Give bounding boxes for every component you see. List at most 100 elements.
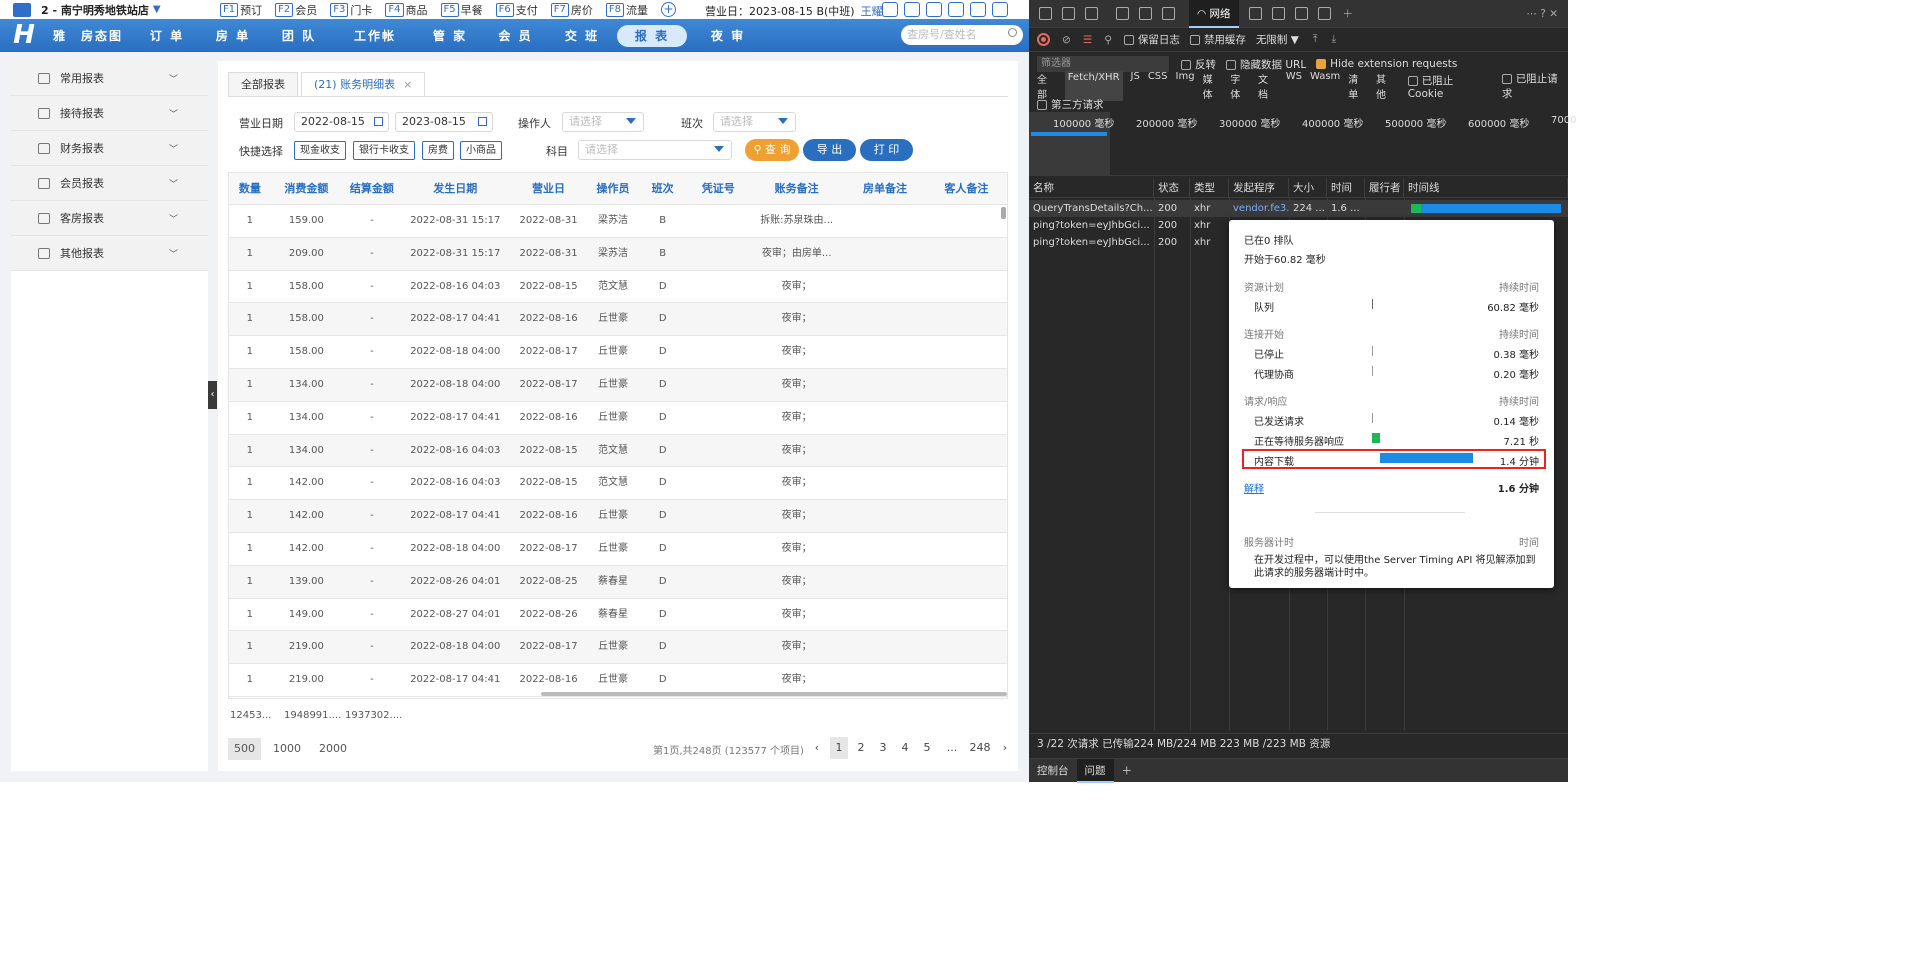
- subject-select[interactable]: 请选择: [578, 140, 732, 160]
- nav-item-3[interactable]: 团 队: [268, 27, 330, 44]
- table-row[interactable]: 1 142.00 - 2022-08-17 04:41 2022-08-16 丘世豪 D 夜审…: [229, 500, 1007, 533]
- export-button[interactable]: 导 出: [803, 139, 856, 161]
- blocked-cookies-checkbox[interactable]: 已阻止 Cookie: [1407, 73, 1492, 100]
- nav-item-9[interactable]: 夜 审: [695, 27, 761, 44]
- column-header[interactable]: 时间: [1327, 178, 1365, 197]
- throttle-select[interactable]: 无限制 ▼: [1256, 32, 1299, 47]
- blocked-requests-checkbox[interactable]: 已阻止请求: [1501, 71, 1568, 101]
- column-header[interactable]: 大小: [1289, 178, 1327, 197]
- search-icon[interactable]: ⚲: [1104, 34, 1112, 46]
- quick-cash-button[interactable]: 现金收支: [294, 141, 346, 160]
- elements-icon[interactable]: [1116, 7, 1129, 20]
- column-header[interactable]: 时间线: [1404, 178, 1568, 197]
- settings-gear-icon[interactable]: [1271, 7, 1285, 20]
- nav-item-7[interactable]: 交 班: [551, 27, 613, 44]
- page-number[interactable]: 5: [918, 737, 936, 759]
- table-row[interactable]: 1 134.00 - 2022-08-18 04:00 2022-08-17 丘世豪 D 夜审…: [229, 368, 1007, 402]
- operator-select[interactable]: 请选择: [562, 112, 644, 132]
- mail-icon[interactable]: [948, 2, 964, 17]
- more-icon[interactable]: ⋯ ? ✕: [1526, 8, 1558, 20]
- nav-item-4[interactable]: 工作帐: [334, 27, 416, 44]
- column-header[interactable]: 营业日: [509, 173, 588, 204]
- column-header[interactable]: 履行者: [1365, 178, 1404, 197]
- column-header[interactable]: 状态: [1154, 178, 1190, 197]
- sidebar-item-5[interactable]: 其他报表 ﹀: [11, 236, 208, 271]
- nav-item-0[interactable]: 房态图: [72, 27, 132, 44]
- page-number[interactable]: 4: [896, 737, 914, 759]
- invert-checkbox[interactable]: 反转: [1181, 57, 1216, 72]
- horizontal-scrollbar[interactable]: [541, 692, 1007, 696]
- chevron-right-icon[interactable]: ›: [996, 737, 1014, 759]
- tab-all-reports[interactable]: 全部报表: [228, 72, 298, 96]
- quick-roomfee-button[interactable]: 房费: [422, 141, 454, 160]
- page-number[interactable]: ...: [940, 737, 964, 759]
- table-row[interactable]: 1 219.00 - 2022-08-18 04:00 2022-08-17 丘世豪 D 夜审…: [229, 631, 1007, 665]
- collapse-sidebar-button[interactable]: ‹: [208, 381, 217, 409]
- table-row[interactable]: 1 158.00 - 2022-08-17 04:41 2022-08-16 丘世豪 D 夜审…: [229, 303, 1007, 337]
- column-header[interactable]: 账务备注: [749, 173, 844, 204]
- page-number[interactable]: 248: [968, 737, 992, 759]
- table-row[interactable]: 1 149.00 - 2022-08-27 04:01 2022-08-26 蔡春星 D 夜审…: [229, 599, 1007, 632]
- table-row[interactable]: 1 134.00 - 2022-08-16 04:03 2022-08-15 范文慧 D 夜审…: [229, 434, 1007, 468]
- table-row[interactable]: 1 159.00 - 2022-08-31 15:17 2022-08-31 梁苏洁 B 拆账…: [229, 205, 1007, 238]
- inspect-icon[interactable]: [1039, 7, 1052, 20]
- hide-data-urls-checkbox[interactable]: 隐藏数据 URL: [1226, 57, 1306, 72]
- fkey-f6[interactable]: F6 支付: [495, 2, 538, 18]
- type-filter-11[interactable]: 其他: [1376, 71, 1396, 101]
- console-icon[interactable]: [1139, 7, 1152, 20]
- nav-item-1[interactable]: 订 单: [136, 27, 198, 44]
- column-header[interactable]: 名称: [1029, 178, 1154, 197]
- user-name[interactable]: 王耀: [861, 5, 883, 18]
- tab-issues[interactable]: 问题: [1076, 758, 1114, 783]
- nav-item-6[interactable]: 会 员: [484, 27, 547, 44]
- table-row[interactable]: 1 142.00 - 2022-08-18 04:00 2022-08-17 丘世豪 D 夜审…: [229, 533, 1007, 566]
- add-tab-icon[interactable]: ＋: [1343, 6, 1354, 21]
- fkey-f7[interactable]: F7 房价: [550, 2, 593, 18]
- column-header[interactable]: 操作员: [588, 173, 638, 204]
- page-size-option[interactable]: 500: [228, 738, 261, 760]
- performance-icon[interactable]: [1248, 7, 1262, 20]
- page-number[interactable]: 1: [830, 737, 848, 759]
- shift-select[interactable]: 请选择: [713, 112, 796, 132]
- sidebar-item-4[interactable]: 客房报表 ﹀: [11, 201, 208, 236]
- disable-cache-checkbox[interactable]: 禁用缓存: [1189, 32, 1246, 47]
- column-header[interactable]: 类型: [1190, 178, 1229, 197]
- bug-icon[interactable]: [1162, 7, 1175, 20]
- column-header[interactable]: 房单备注: [844, 173, 925, 204]
- type-filter-5[interactable]: 媒体: [1203, 71, 1223, 101]
- clear-icon[interactable]: ⊘: [1062, 34, 1071, 46]
- table-row[interactable]: 1 134.00 - 2022-08-17 04:41 2022-08-16 丘世豪 D 夜审…: [229, 402, 1007, 435]
- table-row[interactable]: 1 209.00 - 2022-08-31 15:17 2022-08-31 梁苏洁 B 夜审…: [229, 237, 1007, 271]
- table-row[interactable]: 1 142.00 - 2022-08-16 04:03 2022-08-15 范文慧 D 夜审…: [229, 467, 1007, 501]
- column-header[interactable]: 消费金额: [271, 173, 342, 204]
- sidebar-item-2[interactable]: 财务报表 ﹀: [11, 131, 208, 166]
- fkey-f5[interactable]: F5 早餐: [440, 2, 483, 18]
- table-row[interactable]: 1 139.00 - 2022-08-26 04:01 2022-08-25 蔡春星 D 夜审…: [229, 565, 1007, 599]
- tab-console[interactable]: 控制台: [1029, 759, 1077, 783]
- fkey-f1[interactable]: F1 预订: [220, 2, 262, 18]
- sidebar-item-3[interactable]: 会员报表 ﹀: [11, 166, 208, 201]
- date-from-input[interactable]: 2022-08-15: [294, 112, 389, 132]
- tab-network[interactable]: ◠ 网络: [1189, 0, 1239, 28]
- card-icon[interactable]: [926, 2, 942, 17]
- timeline-overview[interactable]: 100000 毫秒 200000 毫秒 300000 毫秒 400000 毫秒 5000…: [1029, 112, 1576, 176]
- column-header[interactable]: 结算金额: [342, 173, 402, 204]
- page-number[interactable]: 3: [874, 737, 892, 759]
- fkey-f3[interactable]: F3 门卡: [330, 2, 372, 18]
- add-drawer-icon[interactable]: ＋: [1114, 759, 1141, 783]
- chevron-left-icon[interactable]: ‹: [808, 737, 826, 759]
- column-header[interactable]: 数量: [229, 173, 271, 204]
- record-icon[interactable]: [1037, 33, 1050, 46]
- column-header[interactable]: 发生日期: [402, 173, 509, 204]
- type-filter-3[interactable]: CSS: [1148, 71, 1168, 101]
- logout-icon[interactable]: [992, 2, 1008, 17]
- room-search-input[interactable]: 查房号/查姓名: [901, 25, 1023, 45]
- explanation-link[interactable]: 解释: [1244, 480, 1264, 495]
- preserve-log-checkbox[interactable]: 保留日志: [1123, 32, 1180, 47]
- tab-transaction-details[interactable]: (21) 账务明细表 ×: [301, 72, 426, 96]
- nav-item-2[interactable]: 房 单: [202, 27, 264, 44]
- add-shortcut-button[interactable]: +: [661, 2, 676, 17]
- page-size-option[interactable]: 1000: [267, 738, 307, 760]
- third-party-checkbox[interactable]: 第三方请求: [1037, 97, 1104, 112]
- type-filter-7[interactable]: 文档: [1258, 71, 1278, 101]
